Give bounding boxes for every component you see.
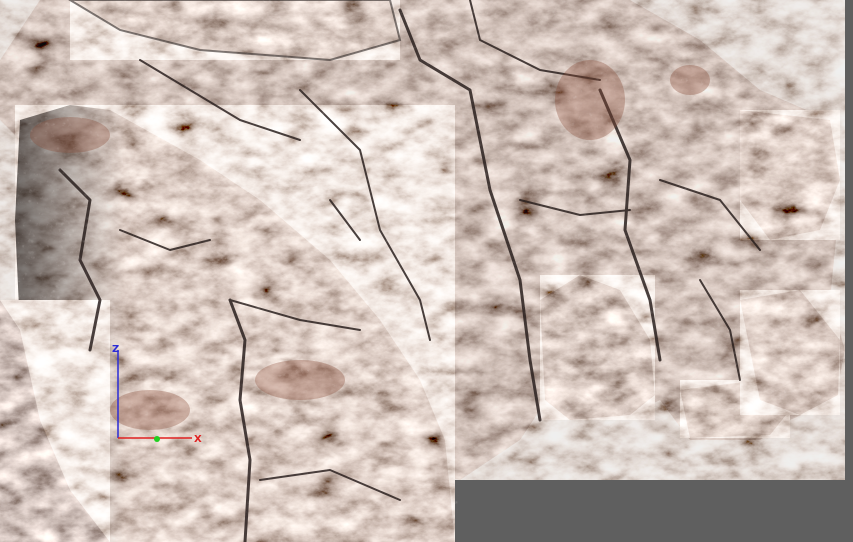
rock-speckle [0, 0, 845, 542]
y-axis-dot [154, 436, 160, 442]
z-axis-label: Z [112, 344, 119, 355]
3d-viewport[interactable]: Z X [0, 0, 853, 542]
x-axis-label: X [194, 434, 202, 445]
rock-model-render: Z X [0, 0, 845, 542]
